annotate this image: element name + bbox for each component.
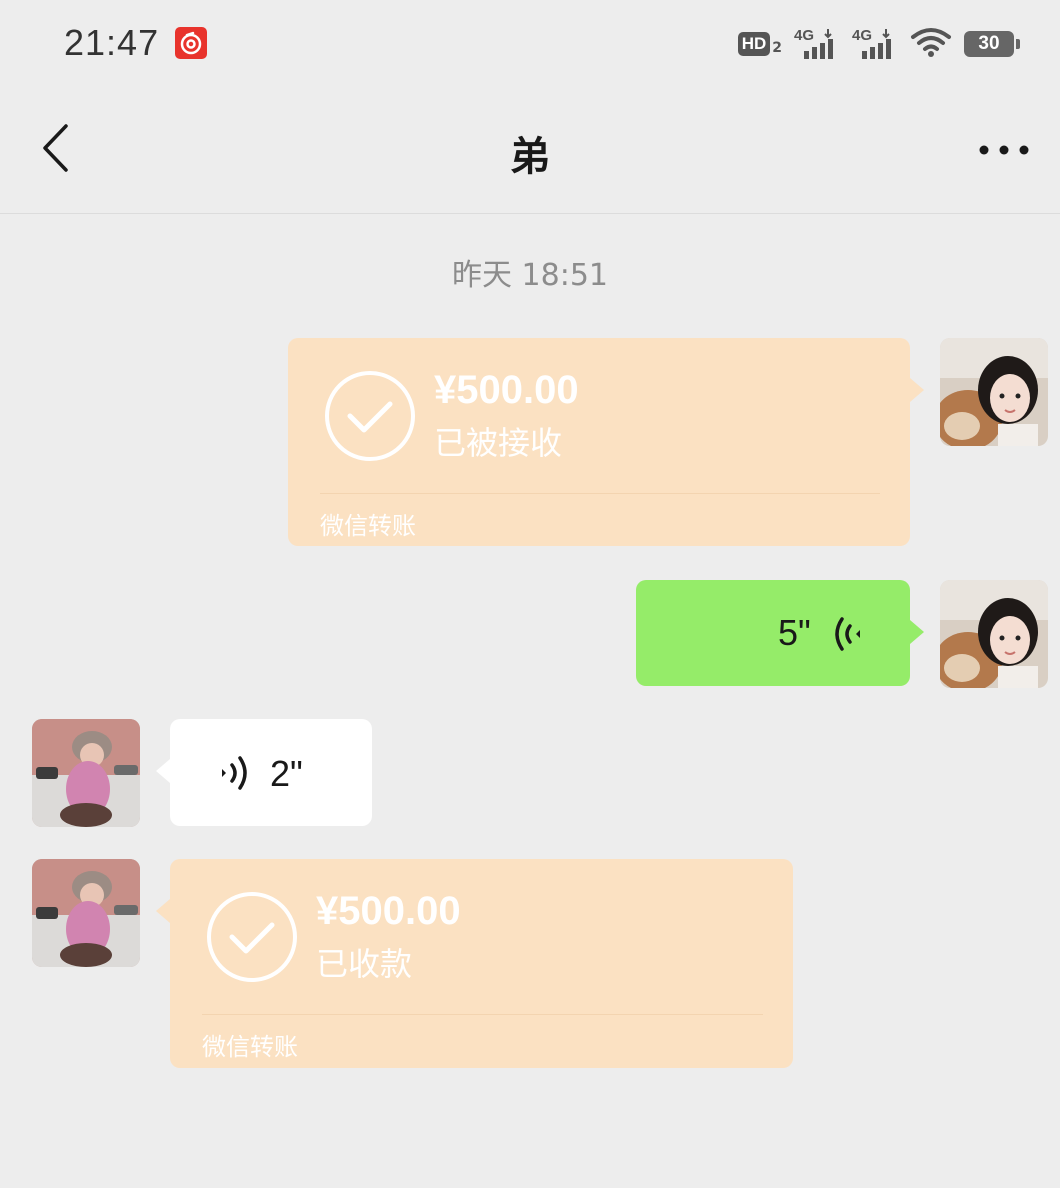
wifi-icon bbox=[910, 25, 952, 63]
my-avatar[interactable] bbox=[940, 580, 1048, 688]
voice-wave-icon bbox=[222, 756, 247, 790]
voice-message[interactable]: 2" bbox=[156, 719, 372, 826]
contact-avatar[interactable] bbox=[32, 719, 140, 827]
voice-wave-icon bbox=[835, 617, 860, 651]
battery-icon: 30 bbox=[964, 31, 1020, 57]
notification-app-icon bbox=[175, 27, 207, 59]
transfer-amount: ¥500.00 bbox=[434, 368, 579, 412]
network-type-2: 4G bbox=[852, 27, 873, 44]
transfer-status: 已收款 bbox=[316, 945, 413, 983]
chat-header: 弟 bbox=[0, 88, 1060, 214]
status-time: 21:47 bbox=[64, 22, 160, 63]
transfer-status: 已被接收 bbox=[434, 424, 563, 462]
voice-message[interactable]: 5" bbox=[636, 580, 924, 686]
status-bar: 21:47 HD 2 4G 4G 30 bbox=[0, 0, 1060, 88]
more-button[interactable] bbox=[972, 124, 1036, 176]
divider bbox=[320, 493, 880, 494]
voice-duration: 2" bbox=[270, 753, 303, 794]
network-type-1: 4G bbox=[794, 27, 815, 44]
signal-icon-2: 4G bbox=[852, 27, 898, 61]
my-avatar[interactable] bbox=[940, 338, 1048, 446]
battery-level: 30 bbox=[964, 31, 1014, 57]
check-circle-icon bbox=[207, 892, 297, 982]
hd-label: HD bbox=[737, 32, 771, 56]
chat-title: 弟 bbox=[510, 134, 550, 180]
message-timestamp: 昨天 18:51 bbox=[452, 258, 608, 293]
hd-sub-label: 2 bbox=[772, 40, 782, 56]
check-circle-icon bbox=[325, 371, 415, 461]
signal-icon-1: 4G bbox=[794, 27, 840, 61]
transfer-message[interactable]: ¥500.00 已收款 微信转账 bbox=[156, 859, 793, 1068]
divider bbox=[202, 1014, 763, 1015]
transfer-footer-label: 微信转账 bbox=[202, 1033, 298, 1061]
transfer-amount: ¥500.00 bbox=[316, 889, 461, 933]
contact-avatar[interactable] bbox=[32, 859, 140, 967]
transfer-footer-label: 微信转账 bbox=[320, 512, 416, 540]
voice-duration: 5" bbox=[778, 612, 811, 653]
more-dots-icon bbox=[979, 145, 1029, 155]
transfer-message[interactable]: ¥500.00 已被接收 微信转账 bbox=[288, 338, 924, 546]
hd-voice-icon: HD 2 bbox=[737, 32, 782, 56]
